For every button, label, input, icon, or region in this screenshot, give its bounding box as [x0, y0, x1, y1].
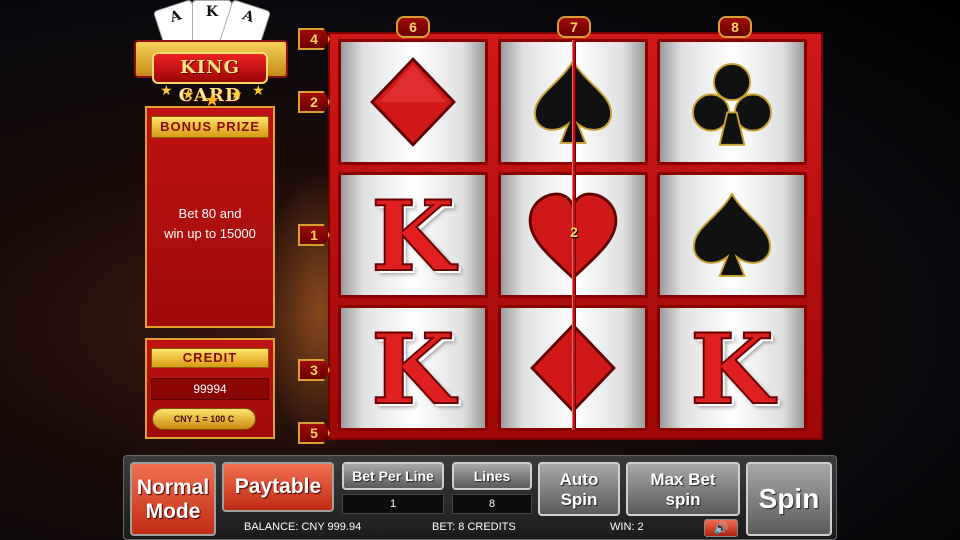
payline-win-count: 2	[570, 224, 578, 240]
credit-panel: CREDIT 99994 CNY 1 = 100 C	[145, 338, 275, 439]
logo-title: KING CARD	[152, 52, 268, 106]
payline-marker[interactable]: 7	[557, 16, 591, 38]
star-icon: ★	[160, 82, 173, 98]
bet-per-line-button[interactable]: Bet Per Line	[342, 462, 444, 490]
lines-value: 8	[452, 494, 532, 514]
payline-marker[interactable]: 3	[298, 359, 330, 381]
status-bar: BALANCE: CNY 999.94 BET: 8 CREDITS WIN: …	[220, 518, 764, 538]
auto-spin-line-1: Auto	[559, 470, 599, 489]
credit-value: 99994	[151, 378, 269, 400]
bonus-line-2: win up to 15000	[164, 226, 256, 241]
king-icon: K	[689, 312, 774, 427]
bet-text: BET: 8 CREDITS	[432, 521, 516, 533]
king-icon: K	[370, 312, 455, 427]
win-text: WIN: 2	[610, 521, 644, 533]
king-icon: K	[370, 179, 455, 294]
auto-spin-line-2: Spin	[560, 490, 598, 509]
reel-cell-king: K	[338, 172, 488, 298]
normal-mode-line-2: Mode	[145, 500, 201, 523]
diamond-icon	[370, 57, 456, 147]
max-bet-spin-line-2: spin	[665, 490, 701, 509]
reel-cell-diamond	[338, 39, 488, 165]
lines-button[interactable]: Lines	[452, 462, 532, 490]
max-bet-spin-line-1: Max Bet	[650, 470, 716, 489]
sound-toggle-button[interactable]: 🔊	[704, 519, 738, 537]
paytable-button[interactable]: Paytable	[222, 462, 334, 512]
normal-mode-button[interactable]: Normal Mode	[130, 462, 216, 536]
currency-rate-button[interactable]: CNY 1 = 100 C	[152, 408, 256, 430]
bonus-prize-text: Bet 80 and win up to 15000	[147, 204, 273, 244]
max-bet-spin-button[interactable]: Max Bet spin	[626, 462, 740, 516]
payline-marker[interactable]: 5	[298, 422, 330, 444]
bet-per-line-value: 1	[342, 494, 444, 514]
payline-marker[interactable]: 6	[396, 16, 430, 38]
reel-cell-king: K	[338, 305, 488, 431]
bonus-line-1: Bet 80 and	[178, 206, 242, 221]
auto-spin-button[interactable]: Auto Spin	[538, 462, 620, 516]
reel-cell-club	[657, 39, 807, 165]
spade-icon	[692, 192, 772, 277]
payline-marker[interactable]: 2	[298, 91, 330, 113]
payline-marker[interactable]: 1	[298, 224, 330, 246]
club-icon	[692, 62, 772, 146]
bonus-prize-panel: BONUS PRIZE Bet 80 and win up to 15000	[145, 106, 275, 328]
reel-cell-spade	[657, 172, 807, 298]
payline-marker[interactable]: 4	[298, 28, 330, 50]
reel-cell-king: K	[657, 305, 807, 431]
balance-text: BALANCE: CNY 999.94	[244, 521, 362, 533]
speaker-icon: 🔊	[713, 521, 729, 535]
star-icon: ★	[230, 86, 243, 102]
control-bar: Normal Mode Paytable Bet Per Line 1 Line…	[123, 455, 837, 540]
king-card-logo: A K A KING CARD ★ ★ ★ ★ ★	[130, 0, 292, 112]
payline-marker[interactable]: 8	[718, 16, 752, 38]
star-icon: ★	[252, 82, 265, 98]
game-stage: A K A KING CARD ★ ★ ★ ★ ★ BONUS PRIZE Be…	[0, 0, 960, 540]
star-icon: ★	[182, 86, 195, 102]
bonus-prize-label: BONUS PRIZE	[151, 116, 269, 138]
normal-mode-line-1: Normal	[136, 476, 210, 499]
credit-label: CREDIT	[151, 348, 269, 368]
